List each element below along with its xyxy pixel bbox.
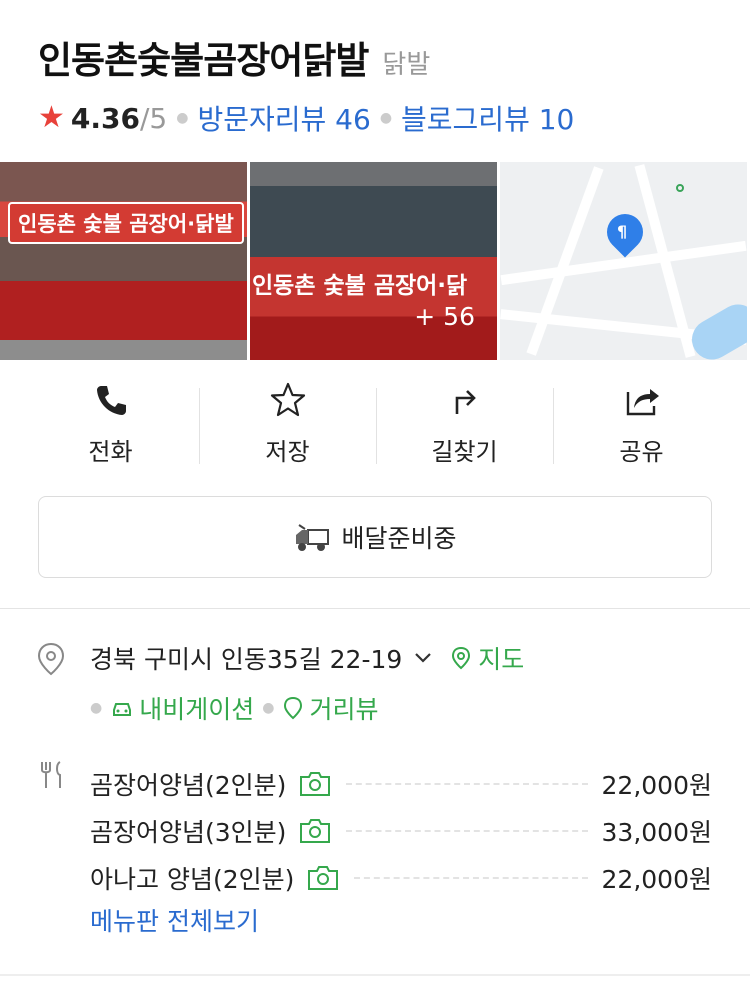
storefront-photo[interactable]: 인동촌 숯불 곰장어·닭발 <box>0 162 247 360</box>
dotted-leader <box>346 829 588 832</box>
menu-item[interactable]: 곰장어양념(2인분) 22,000원 <box>90 760 712 807</box>
chevron-down-icon[interactable] <box>412 647 434 669</box>
title-row: 인동촌숯불곰장어닭발 닭발 <box>38 30 730 84</box>
visitor-reviews-link[interactable]: 방문자리뷰 46 <box>197 98 370 138</box>
phone-icon <box>96 386 126 415</box>
address-text: 경북 구미시 인동35길 22-19 <box>90 645 403 674</box>
delivery-label: 배달준비중 <box>341 524 457 553</box>
menu-item-price: 33,000원 <box>601 817 712 847</box>
camera-icon[interactable] <box>298 817 332 845</box>
menu-item-price: 22,000원 <box>601 864 712 894</box>
address-line: 경북 구미시 인동35길 22-19 지도 <box>90 640 524 676</box>
rating-score: 4.36 <box>70 101 140 135</box>
star-outline-icon <box>270 382 305 417</box>
map-pin-icon <box>452 646 471 670</box>
building-sign: 인동촌 숯불 곰장어·닭 <box>252 273 468 299</box>
delivery-button[interactable]: 배달준비중 <box>38 496 712 578</box>
section-divider <box>0 974 750 976</box>
map-link[interactable]: 지도 <box>450 640 524 676</box>
menu-item[interactable]: 아나고 양념(2인분) 22,000원 <box>90 854 712 901</box>
delivery-truck-icon <box>296 524 330 551</box>
fork-knife-icon <box>41 761 61 788</box>
menu-item-name: 곰장어양념(3인분) <box>90 817 287 847</box>
menu-item-name: 곰장어양념(2인분) <box>90 770 287 800</box>
blog-reviews-link[interactable]: 블로그리뷰 10 <box>401 98 574 138</box>
directions-label: 길찾기 <box>431 438 498 466</box>
place-name: 인동촌숯불곰장어닭발 <box>38 39 369 82</box>
map-thumbnail[interactable]: ¶ <box>500 162 747 360</box>
dotted-leader <box>354 876 588 879</box>
share-button[interactable]: 공유 <box>553 380 730 470</box>
menu-list: 곰장어양념(2인분) 22,000원 곰장어양념(3인분) 33,000원 아나… <box>90 760 712 901</box>
restaurant-icon: ¶ <box>617 222 628 241</box>
call-button[interactable]: 전화 <box>22 380 199 470</box>
save-button[interactable]: 저장 <box>199 380 376 470</box>
place-header: 인동촌숯불곰장어닭발 닭발 ★ 4.36 /5 ● 방문자리뷰 46 ● 블로그… <box>38 30 730 138</box>
menu-item-price: 22,000원 <box>601 770 712 800</box>
place-category: 닭발 <box>382 50 431 80</box>
streetview-link[interactable]: 거리뷰 <box>282 690 378 726</box>
action-bar: 전화 저장 길찾기 공유 <box>22 380 730 470</box>
storefront-sign: 인동촌 숯불 곰장어·닭발 <box>8 202 244 244</box>
photo-strip: 인동촌 숯불 곰장어·닭발 인동촌 숯불 곰장어·닭 + 56 ¶ <box>0 162 750 360</box>
separator-dot: ● <box>90 700 103 716</box>
view-full-menu-link[interactable]: 메뉴판 전체보기 <box>90 902 259 938</box>
map-link-label: 지도 <box>478 645 525 674</box>
separator-dot: ● <box>176 110 189 126</box>
camera-icon[interactable] <box>306 864 340 892</box>
streetview-label: 거리뷰 <box>309 695 379 724</box>
dotted-leader <box>346 782 588 785</box>
directions-icon <box>455 390 476 414</box>
rating-max: /5 <box>140 101 168 135</box>
share-icon <box>626 389 659 416</box>
menu-item-name: 아나고 양념(2인분) <box>90 864 295 894</box>
car-icon <box>113 703 132 716</box>
camera-icon[interactable] <box>298 770 332 798</box>
navigation-label: 내비게이션 <box>139 695 255 724</box>
menu-item[interactable]: 곰장어양념(3인분) 33,000원 <box>90 807 712 854</box>
call-label: 전화 <box>88 438 133 466</box>
star-icon: ★ <box>38 100 65 135</box>
separator-dot: ● <box>262 700 275 716</box>
share-label: 공유 <box>619 438 664 466</box>
map-marker-icon <box>676 184 684 192</box>
save-label: 저장 <box>265 438 310 466</box>
more-photos-count: + 56 <box>414 302 475 331</box>
streetview-pin-icon <box>284 696 303 720</box>
navigation-link[interactable]: 내비게이션 <box>110 690 254 726</box>
rating-row: ★ 4.36 /5 ● 방문자리뷰 46 ● 블로그리뷰 10 <box>38 98 730 138</box>
location-icon <box>37 642 65 676</box>
navigation-line: ● 내비게이션 ● 거리뷰 <box>90 690 378 726</box>
directions-button[interactable]: 길찾기 <box>376 380 553 470</box>
separator-dot: ● <box>379 110 393 126</box>
section-divider <box>0 608 750 609</box>
building-photo[interactable]: 인동촌 숯불 곰장어·닭 + 56 <box>250 162 497 360</box>
